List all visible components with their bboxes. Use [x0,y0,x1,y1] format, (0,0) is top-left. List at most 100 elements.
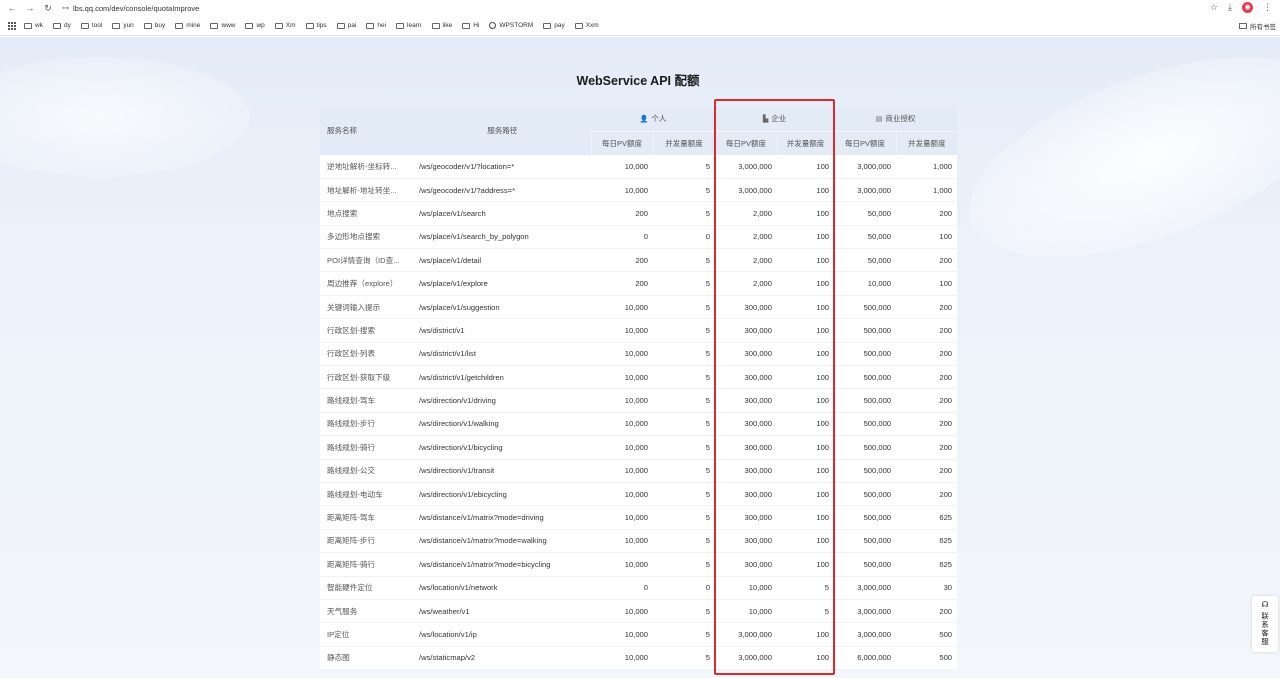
bookmark-label: learn [407,22,422,29]
commercial-concurrency-cell: 200 [896,599,958,624]
bookmark-item[interactable]: www [210,22,235,29]
commercial-pv-cell: 500,000 [834,482,897,507]
quota-table-body: 逆地址解析-坐标转.../ws/geocoder/v1/?location=* 1… [320,155,958,671]
menu-icon[interactable]: ⋮ [1263,2,1272,13]
personal-concurrency-cell: 5 [653,552,715,577]
service-path-cell: /ws/location/v1/ip [414,622,591,647]
commercial-concurrency-cell: 1,000 [896,178,958,203]
apps-grid-icon[interactable] [8,21,16,30]
personal-concurrency-cell: 5 [653,178,715,203]
commercial-pv-cell: 50,000 [834,201,897,226]
bookmark-item[interactable]: buy [143,22,165,29]
personal-concurrency-cell: 5 [653,295,715,320]
service-name-cell: 智能硬件定位 [320,576,414,600]
personal-concurrency-cell: 5 [653,435,715,460]
commercial-concurrency-cell: 625 [896,552,958,577]
reload-icon[interactable]: ↻ [42,2,54,14]
bookmark-item[interactable]: yun [112,22,134,29]
enterprise-pv-cell: 3,000,000 [715,178,777,203]
folder-icon [175,22,184,29]
star-icon[interactable]: ☆ [1210,2,1218,13]
contact-support-button[interactable]: ☊ 联系客服 [1252,596,1278,652]
profile-avatar-icon[interactable]: ◉ [1242,2,1253,13]
personal-concurrency-cell: 5 [653,365,715,390]
bookmark-label: Hi [473,22,480,29]
personal-pv-cell: 10,000 [591,342,653,367]
back-icon[interactable]: ← [6,2,18,14]
header-enterprise-pv: 每日PV额度 [714,131,777,155]
address-bar[interactable]: ⊶ lbs.qq.com/dev/console/quotaImprove [62,4,199,13]
enterprise-concurrency-cell: 100 [777,318,835,343]
bookmark-item[interactable]: pai [336,22,357,29]
commercial-pv-cell: 500,000 [834,459,897,483]
enterprise-concurrency-cell: 5 [777,576,835,600]
personal-concurrency-cell: 0 [653,576,715,600]
enterprise-pv-cell: 10,000 [715,599,777,624]
table-row: 地点搜索/ws/place/v1/search 200 5 2,000 100 50,00… [320,201,958,226]
service-name-cell: 路线规划-电动车 [320,482,414,507]
table-row: POI详情查询（ID查.../ws/place/v1/detail 200 5 2,0… [320,248,958,273]
header-service-name: 服务名称 [320,107,414,156]
commercial-pv-cell: 50,000 [834,225,897,250]
bookmark-item[interactable]: hei [366,22,386,29]
enterprise-concurrency-cell: 100 [777,342,835,367]
service-name-cell: 行政区划-列表 [320,342,414,367]
table-row: 智能硬件定位/ws/location/v1/network 0 0 10,000 5 3,… [320,576,958,600]
service-path-cell: /ws/location/v1/network [414,576,591,600]
bookmark-item[interactable]: WPSTORM [489,22,533,29]
enterprise-pv-cell: 300,000 [715,552,777,577]
commercial-concurrency-cell: 625 [896,529,958,554]
table-row: 路线规划-驾车/ws/direction/v1/driving 10,000 5 30… [320,388,958,413]
personal-concurrency-cell: 5 [653,318,715,343]
bookmark-item[interactable]: Xxm [574,22,599,29]
enterprise-pv-cell: 2,000 [715,271,777,296]
bookmark-item[interactable]: pay [543,22,565,29]
enterprise-pv-cell: 300,000 [715,505,777,530]
enterprise-concurrency-cell: 100 [777,435,835,460]
download-icon[interactable]: ⤓ [1228,2,1232,13]
bookmark-item[interactable]: tips [305,22,327,29]
enterprise-pv-cell: 300,000 [715,365,777,390]
folder-icon [143,22,152,29]
commercial-pv-cell: 6,000,000 [834,646,897,671]
bookmark-label: pai [347,22,357,29]
folder-icon [574,22,583,29]
all-bookmarks[interactable]: 所有书签 [1239,21,1276,31]
bookmark-item[interactable]: dy [52,22,71,29]
commercial-pv-cell: 10,000 [834,271,897,296]
personal-pv-cell: 10,000 [591,318,653,343]
personal-pv-cell: 10,000 [591,482,653,507]
site-info-icon[interactable]: ⊶ [62,4,69,12]
enterprise-concurrency-cell: 5 [777,599,835,624]
personal-pv-cell: 10,000 [591,459,653,483]
bookmark-item[interactable]: Xm [274,22,296,29]
commercial-concurrency-cell: 200 [896,248,958,273]
header-service-path: 服务路径 [414,107,591,156]
forward-icon[interactable]: → [24,2,36,14]
bookmark-item[interactable]: Hi [462,22,479,29]
enterprise-concurrency-cell: 100 [777,529,835,554]
personal-concurrency-cell: 5 [653,388,715,413]
bookmark-item[interactable]: wk [24,22,43,29]
bookmark-item[interactable]: tool [80,22,102,29]
commercial-concurrency-cell: 625 [896,505,958,530]
commercial-concurrency-cell: 200 [896,318,958,343]
personal-concurrency-cell: 5 [653,271,715,296]
header-personal: 👤 个人 [591,107,715,132]
commercial-concurrency-cell: 200 [896,365,958,390]
service-path-cell: /ws/geocoder/v1/?location=* [414,155,591,179]
enterprise-pv-cell: 300,000 [715,435,777,460]
enterprise-concurrency-cell: 100 [777,388,835,413]
table-row: IP定位/ws/location/v1/ip 10,000 5 3,000,000 10… [320,622,958,647]
personal-pv-cell: 0 [591,576,653,600]
bookmark-item[interactable]: like [431,22,452,29]
bookmark-item[interactable]: mine [175,22,200,29]
enterprise-concurrency-cell: 100 [777,552,835,577]
service-name-cell: 周边推荐（explore） [320,271,414,296]
enterprise-concurrency-cell: 100 [777,271,835,296]
service-path-cell: /ws/distance/v1/matrix?mode=walking [414,529,591,554]
bookmark-item[interactable]: learn [396,22,422,29]
table-row: 行政区划-搜索/ws/district/v1 10,000 5 300,000 100 5… [320,318,958,343]
bookmark-item[interactable]: wp [245,22,265,29]
folder-icon [52,22,61,29]
